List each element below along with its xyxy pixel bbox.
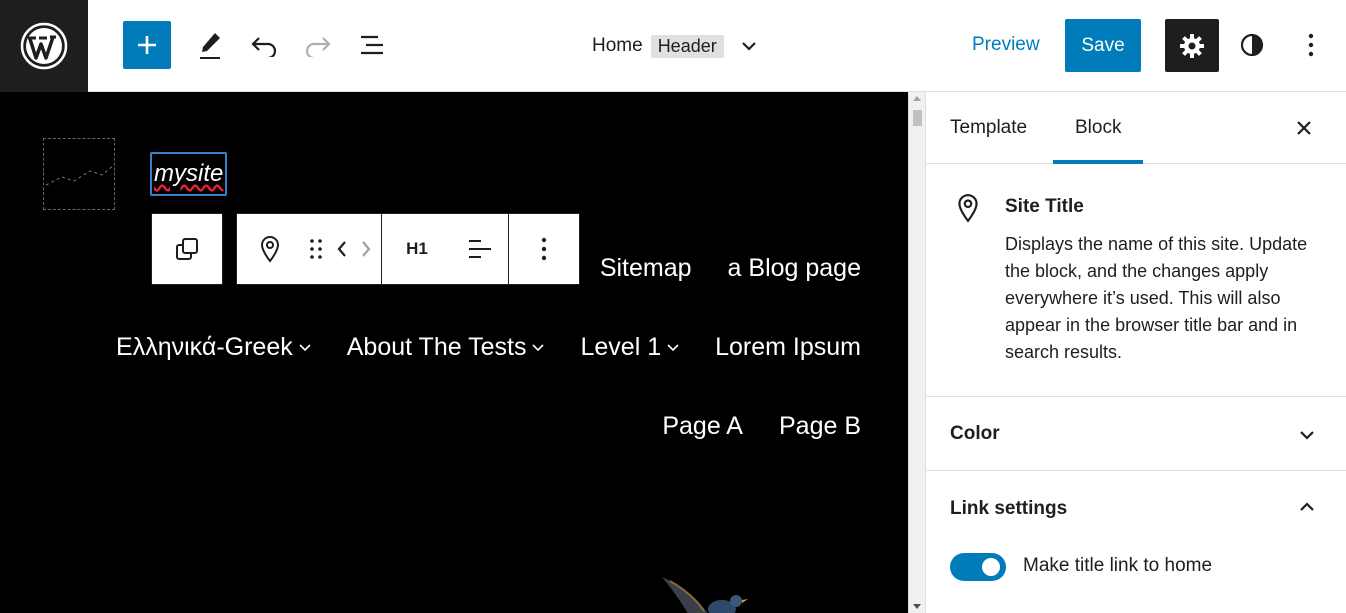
color-panel-title: Color <box>950 423 1000 444</box>
editor-canvas[interactable]: mysite Sitemap a Blog page Ελληνικά-Gree… <box>0 92 908 613</box>
save-button[interactable]: Save <box>1065 19 1141 72</box>
nav-item-sitemap[interactable]: Sitemap <box>600 254 692 283</box>
toolbar-group-parent <box>151 213 223 285</box>
canvas-scrollbar[interactable] <box>908 92 925 613</box>
tab-block[interactable]: Block <box>1053 92 1144 164</box>
template-part-tag: Header <box>650 34 724 58</box>
block-card: Site Title Displays the name of this sit… <box>926 164 1346 397</box>
nav-item-lorem-ipsum[interactable]: Lorem Ipsum <box>715 333 861 362</box>
link-to-home-toggle[interactable] <box>950 553 1006 581</box>
scroll-thumb[interactable] <box>913 110 922 126</box>
align-left-icon <box>469 240 491 258</box>
navigation-row-3: Page A Page B <box>662 412 861 441</box>
chevron-up-icon[interactable] <box>1297 497 1317 517</box>
map-pin-icon <box>260 236 280 263</box>
link-settings-panel: Link settings <box>926 471 1346 613</box>
list-view-icon <box>361 35 383 55</box>
wordpress-icon <box>20 22 68 70</box>
logo-placeholder-icon <box>45 164 115 186</box>
scroll-down-arrow[interactable] <box>913 604 921 609</box>
block-options-button[interactable] <box>509 214 579 284</box>
editor-header: Home Header Preview Save <box>0 0 1346 92</box>
contrast-icon <box>1240 33 1264 57</box>
document-title-bar[interactable]: Home Header <box>592 32 758 60</box>
copy-icon <box>176 238 198 260</box>
block-type-button[interactable] <box>237 214 303 284</box>
navigation-row-2: Ελληνικά-Greek About The Tests Level 1 L… <box>116 333 861 362</box>
redo-icon <box>305 37 331 57</box>
chevron-right-icon <box>362 241 371 257</box>
chevron-down-icon[interactable] <box>1297 425 1317 445</box>
color-panel[interactable]: Color <box>926 397 1346 471</box>
document-overview-button[interactable] <box>354 20 390 70</box>
sidebar-tabs: Template Block <box>926 92 1346 164</box>
toolbar-group-format: H1 <box>382 213 509 285</box>
chevron-left-icon <box>337 241 346 257</box>
bird-image <box>662 577 748 613</box>
document-title: Home <box>592 35 643 56</box>
close-icon <box>1297 121 1311 135</box>
settings-button[interactable] <box>1165 19 1219 72</box>
move-left-button[interactable] <box>329 214 355 284</box>
drag-handle[interactable] <box>303 214 329 284</box>
chevron-down-icon[interactable] <box>740 40 758 52</box>
close-sidebar-button[interactable] <box>1292 116 1316 140</box>
plus-icon <box>138 36 156 54</box>
tab-template[interactable]: Template <box>950 92 1027 164</box>
nav-item-about-the-tests[interactable]: About The Tests <box>347 333 545 362</box>
undo-button[interactable] <box>246 20 282 70</box>
move-right-button[interactable] <box>355 214 381 284</box>
nav-item-page-a[interactable]: Page A <box>662 412 743 441</box>
settings-sidebar: Template Block Site Title Displays the n… <box>925 92 1346 613</box>
chevron-down-icon <box>299 343 311 351</box>
map-pin-icon <box>958 194 978 223</box>
options-button[interactable] <box>1296 20 1326 70</box>
scroll-up-arrow[interactable] <box>913 96 921 101</box>
undo-icon <box>251 37 277 57</box>
heading-level-button[interactable]: H1 <box>382 214 452 284</box>
site-title-block[interactable]: mysite <box>150 152 228 196</box>
block-toolbar: H1 <box>151 213 580 285</box>
redo-button[interactable] <box>300 20 336 70</box>
link-settings-title[interactable]: Link settings <box>950 498 1067 520</box>
navigation-row-1: Sitemap a Blog page <box>600 254 861 283</box>
gear-icon <box>1180 33 1204 58</box>
add-block-button[interactable] <box>123 21 171 69</box>
site-logo-placeholder[interactable] <box>43 138 115 210</box>
link-to-home-label[interactable]: Make title link to home <box>1023 555 1212 577</box>
more-vertical-icon <box>541 237 547 261</box>
toolbar-group-movers <box>236 213 382 285</box>
nav-item-greek[interactable]: Ελληνικά-Greek <box>116 333 311 362</box>
block-card-description: Displays the name of this site. Update t… <box>1005 234 1308 362</box>
wordpress-logo-button[interactable] <box>0 0 88 92</box>
more-vertical-icon <box>1308 33 1314 57</box>
nav-item-blog-page[interactable]: a Blog page <box>728 254 861 283</box>
drag-handle-icon <box>310 239 322 259</box>
preview-button[interactable]: Preview <box>972 34 1040 56</box>
toolbar-group-options <box>509 213 580 285</box>
nav-item-page-b[interactable]: Page B <box>779 412 861 441</box>
styles-button[interactable] <box>1234 20 1270 70</box>
site-title-text[interactable]: mysite <box>154 160 223 188</box>
tools-button[interactable] <box>190 20 230 70</box>
toggle-knob <box>982 558 1000 576</box>
transform-block-button[interactable] <box>152 214 222 284</box>
pencil-icon <box>200 33 220 59</box>
chevron-down-icon <box>667 343 679 351</box>
block-card-title: Site Title <box>1005 196 1084 217</box>
align-text-button[interactable] <box>452 214 508 284</box>
nav-item-level-1[interactable]: Level 1 <box>580 333 679 362</box>
heading-level-label: H1 <box>406 239 428 258</box>
toolbar-gap <box>223 213 236 285</box>
chevron-down-icon <box>532 343 545 351</box>
